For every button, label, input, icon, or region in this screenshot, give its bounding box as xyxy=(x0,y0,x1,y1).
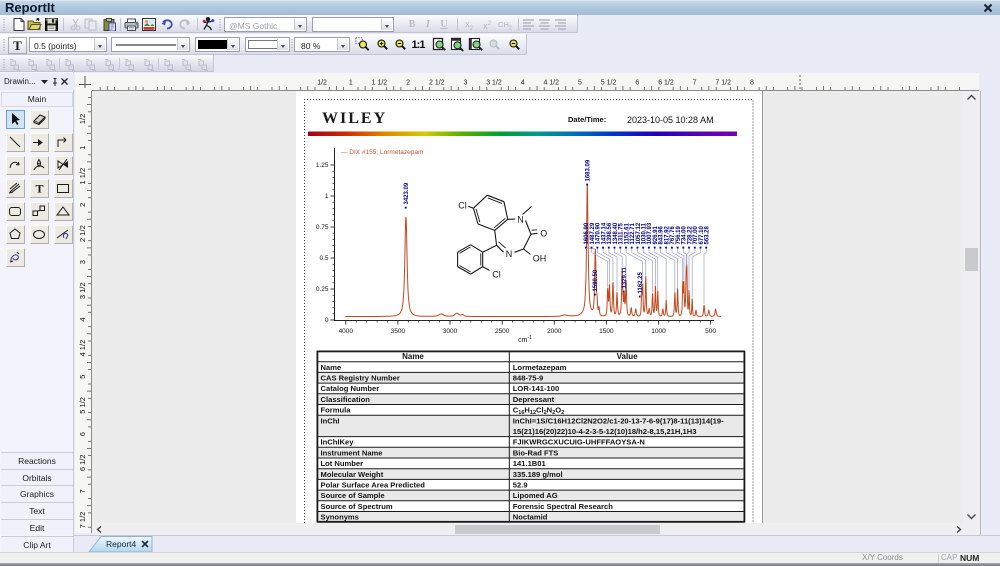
svg-text:500: 500 xyxy=(705,328,716,335)
svg-text:Instrument Name: Instrument Name xyxy=(321,449,383,458)
svg-text:1162.25: 1162.25 xyxy=(638,271,644,293)
svg-text:1/2: 1/2 xyxy=(78,114,87,124)
svg-text:InChI=1S/C16H12Cl2N2O2/c1-20-1: InChI=1S/C16H12Cl2N2O2/c1-20-13-7-6-9(17… xyxy=(513,417,724,426)
svg-text:1683.09: 1683.09 xyxy=(586,159,592,181)
svg-text:OH: OH xyxy=(533,254,547,264)
svg-text:Cl: Cl xyxy=(458,201,467,211)
svg-text:6: 6 xyxy=(635,80,639,87)
svg-text:Synonyms: Synonyms xyxy=(321,513,359,522)
svg-text:WILEY: WILEY xyxy=(322,110,387,127)
svg-text:Classification: Classification xyxy=(321,395,371,404)
svg-text:Polar Surface Area Predicted: Polar Surface Area Predicted xyxy=(321,481,426,490)
svg-text:848-75-9: 848-75-9 xyxy=(513,374,543,383)
svg-text:T: T xyxy=(36,182,44,196)
svg-text:4000: 4000 xyxy=(339,328,354,335)
svg-text:O: O xyxy=(540,229,547,239)
svg-text:1590.50: 1590.50 xyxy=(593,269,599,291)
svg-text:1329.11: 1329.11 xyxy=(622,266,628,288)
svg-text:2500: 2500 xyxy=(495,328,510,335)
svg-text:Name: Name xyxy=(321,363,342,372)
svg-text:6 1/2: 6 1/2 xyxy=(658,80,674,87)
svg-text:1/2: 1/2 xyxy=(317,80,327,87)
svg-text:Formula: Formula xyxy=(321,406,352,415)
svg-text:7 1/2: 7 1/2 xyxy=(715,80,731,87)
svg-text:4: 4 xyxy=(521,80,525,87)
svg-text:3: 3 xyxy=(78,260,87,264)
svg-text:3000: 3000 xyxy=(443,328,458,335)
svg-text:Depressant: Depressant xyxy=(513,395,555,404)
svg-text:8: 8 xyxy=(750,80,754,87)
svg-text:2 1/2: 2 1/2 xyxy=(429,80,445,87)
svg-text:Name: Name xyxy=(402,352,424,361)
svg-text:7: 7 xyxy=(78,489,87,493)
svg-text:3500: 3500 xyxy=(391,328,406,335)
svg-text:5 1/2: 5 1/2 xyxy=(601,80,617,87)
svg-text:Catalog Number: Catalog Number xyxy=(321,385,380,394)
svg-text:Source of Spectrum: Source of Spectrum xyxy=(321,502,393,511)
svg-text:3 1/2: 3 1/2 xyxy=(78,282,87,299)
svg-text:1 1/2: 1 1/2 xyxy=(78,168,87,185)
svg-text:0: 0 xyxy=(325,317,329,324)
svg-text:2023-10-05 10:28 AM: 2023-10-05 10:28 AM xyxy=(627,115,714,125)
svg-text:1: 1 xyxy=(349,80,353,87)
svg-text:1: 1 xyxy=(78,146,87,150)
svg-text:5: 5 xyxy=(578,80,582,87)
svg-text:4 1/2: 4 1/2 xyxy=(78,340,87,357)
svg-text:1000: 1000 xyxy=(651,328,666,335)
svg-text:1: 1 xyxy=(325,193,329,200)
svg-text:335.189 g/mol: 335.189 g/mol xyxy=(513,470,563,479)
svg-text:3 1/2: 3 1/2 xyxy=(486,80,502,87)
svg-text:4 1/2: 4 1/2 xyxy=(544,80,560,87)
svg-text:C16H12Cl2N2O2: C16H12Cl2N2O2 xyxy=(513,406,564,417)
svg-text:1 1/2: 1 1/2 xyxy=(372,80,388,87)
svg-text:7 1/2: 7 1/2 xyxy=(78,512,87,529)
svg-text:1500: 1500 xyxy=(599,328,614,335)
svg-text:2 1/2: 2 1/2 xyxy=(78,225,87,242)
svg-text:0.25: 0.25 xyxy=(316,286,329,293)
svg-text:FJIKWRGCXUCUIG-UHFFFAOYSA-N: FJIKWRGCXUCUIG-UHFFFAOYSA-N xyxy=(513,438,645,447)
svg-text:Bio-Rad FTS: Bio-Rad FTS xyxy=(513,449,559,458)
svg-text:2: 2 xyxy=(406,80,410,87)
svg-text:N: N xyxy=(517,214,524,224)
svg-text:141.1B01: 141.1B01 xyxy=(513,459,547,468)
svg-text:Lipomed AG: Lipomed AG xyxy=(513,492,558,501)
svg-text:Forensic Spectral Research: Forensic Spectral Research xyxy=(513,502,613,511)
svg-text:cm-1: cm-1 xyxy=(518,335,532,344)
svg-text:Value: Value xyxy=(617,352,638,361)
svg-text:Date/Time:: Date/Time: xyxy=(568,115,606,124)
svg-text:0.5: 0.5 xyxy=(319,255,328,262)
svg-text:Source of Sample: Source of Sample xyxy=(321,492,385,501)
svg-text:52.9: 52.9 xyxy=(513,481,528,490)
svg-text:Noctamid: Noctamid xyxy=(513,513,548,522)
svg-text:2: 2 xyxy=(78,203,87,207)
svg-text:Cl: Cl xyxy=(492,270,501,280)
svg-text:563.28: 563.28 xyxy=(705,225,711,244)
svg-text:3423.09: 3423.09 xyxy=(404,182,410,204)
svg-text:3: 3 xyxy=(463,80,467,87)
svg-text:0.75: 0.75 xyxy=(316,224,329,231)
svg-text:5: 5 xyxy=(78,375,87,379)
svg-text:1.25: 1.25 xyxy=(316,162,329,169)
svg-text:InChIKey: InChIKey xyxy=(321,438,355,447)
svg-text:6: 6 xyxy=(78,432,87,436)
svg-text:CAS Registry Number: CAS Registry Number xyxy=(321,374,400,383)
svg-text:Lot Number: Lot Number xyxy=(321,459,364,468)
svg-text:6 1/2: 6 1/2 xyxy=(78,454,87,471)
svg-text:N: N xyxy=(506,249,513,259)
svg-text:4: 4 xyxy=(78,317,87,321)
svg-text:Molecular Weight: Molecular Weight xyxy=(321,470,384,479)
svg-text:InChI: InChI xyxy=(321,417,340,426)
svg-text:15(21)16(20)22)10-4-2-3-5-12(1: 15(21)16(20)22)10-4-2-3-5-12(10)18/h2-8,… xyxy=(513,427,697,436)
svg-text:5 1/2: 5 1/2 xyxy=(78,397,87,414)
svg-text:Lormetazepam: Lormetazepam xyxy=(513,363,567,372)
svg-text:— DIX #155; Lormetazepam: — DIX #155; Lormetazepam xyxy=(341,149,423,156)
svg-text:LOR-141-100: LOR-141-100 xyxy=(513,385,559,394)
svg-text:7: 7 xyxy=(693,80,697,87)
svg-text:2000: 2000 xyxy=(547,328,562,335)
